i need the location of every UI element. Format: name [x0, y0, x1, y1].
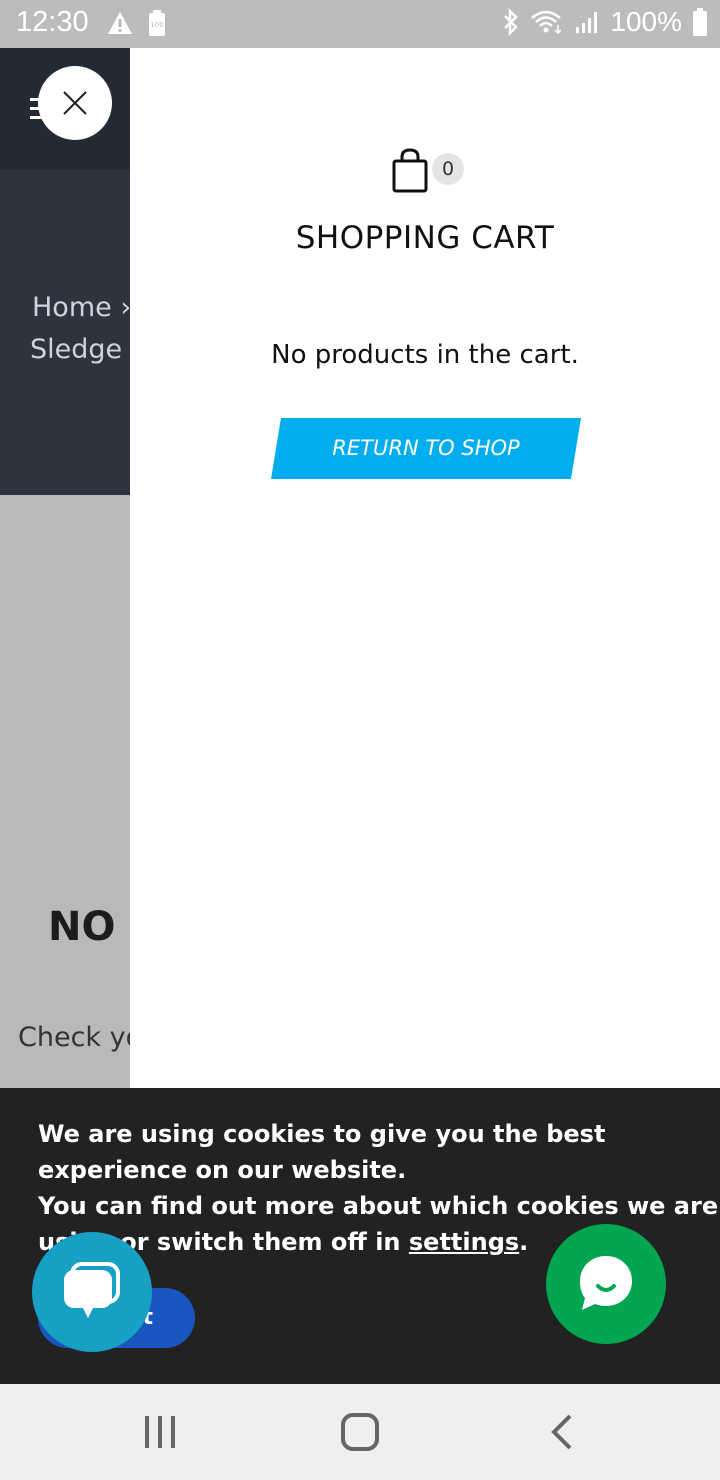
close-icon — [63, 91, 87, 115]
cart-count-badge: 0 — [432, 153, 464, 185]
battery-saver-icon: 100 — [149, 10, 165, 36]
battery-icon — [693, 8, 707, 36]
close-cart-button[interactable] — [38, 66, 112, 140]
wifi-icon — [531, 10, 562, 35]
home-icon[interactable] — [340, 1412, 380, 1452]
bluetooth-icon — [504, 8, 519, 36]
recent-apps-icon[interactable] — [142, 1414, 178, 1450]
page-hero — [0, 170, 130, 495]
warning-icon — [108, 12, 132, 34]
page-text: Check yo — [18, 1022, 130, 1053]
status-left-icons: 100 — [106, 10, 166, 36]
chat-bubbles-icon — [64, 1262, 120, 1318]
page-content-overlay — [0, 495, 130, 1088]
status-right: 100% — [502, 6, 708, 38]
live-chat-button[interactable] — [546, 1224, 666, 1344]
back-icon[interactable] — [548, 1412, 576, 1452]
chat-widget-button[interactable] — [32, 1232, 152, 1352]
return-to-shop-button[interactable]: RETURN TO SHOP — [271, 418, 581, 479]
status-bar: 12:30 100 100% — [0, 0, 720, 48]
background-page: Home › Sledge I NO Check yo — [0, 48, 130, 1088]
breadcrumb-home[interactable]: Home › — [32, 292, 130, 323]
cookie-text-line-3: You can find out more about which cookie… — [38, 1192, 719, 1220]
battery-percent: 100% — [610, 6, 682, 37]
chat-smile-icon — [580, 1256, 632, 1310]
breadcrumb-current: Sledge I — [30, 334, 130, 365]
status-time: 12:30 — [16, 6, 89, 38]
return-to-shop-label: RETURN TO SHOP — [332, 436, 520, 460]
cookie-text-line-2: experience on our website. — [38, 1156, 407, 1184]
cookie-text-line-1: We are using cookies to give you the bes… — [38, 1120, 606, 1148]
shopping-bag-icon — [390, 148, 430, 194]
cart-empty-message: No products in the cart. — [271, 340, 579, 370]
cookie-text-suffix: . — [519, 1228, 529, 1256]
system-nav-bar — [0, 1384, 720, 1480]
svg-text:100: 100 — [150, 21, 163, 29]
cart-title: SHOPPING CART — [295, 220, 555, 256]
page-heading: NO — [48, 904, 116, 950]
shopping-cart-drawer: 0 SHOPPING CART No products in the cart.… — [130, 48, 720, 1088]
signal-icon — [576, 12, 598, 33]
cookie-settings-link[interactable]: settings — [409, 1228, 519, 1256]
